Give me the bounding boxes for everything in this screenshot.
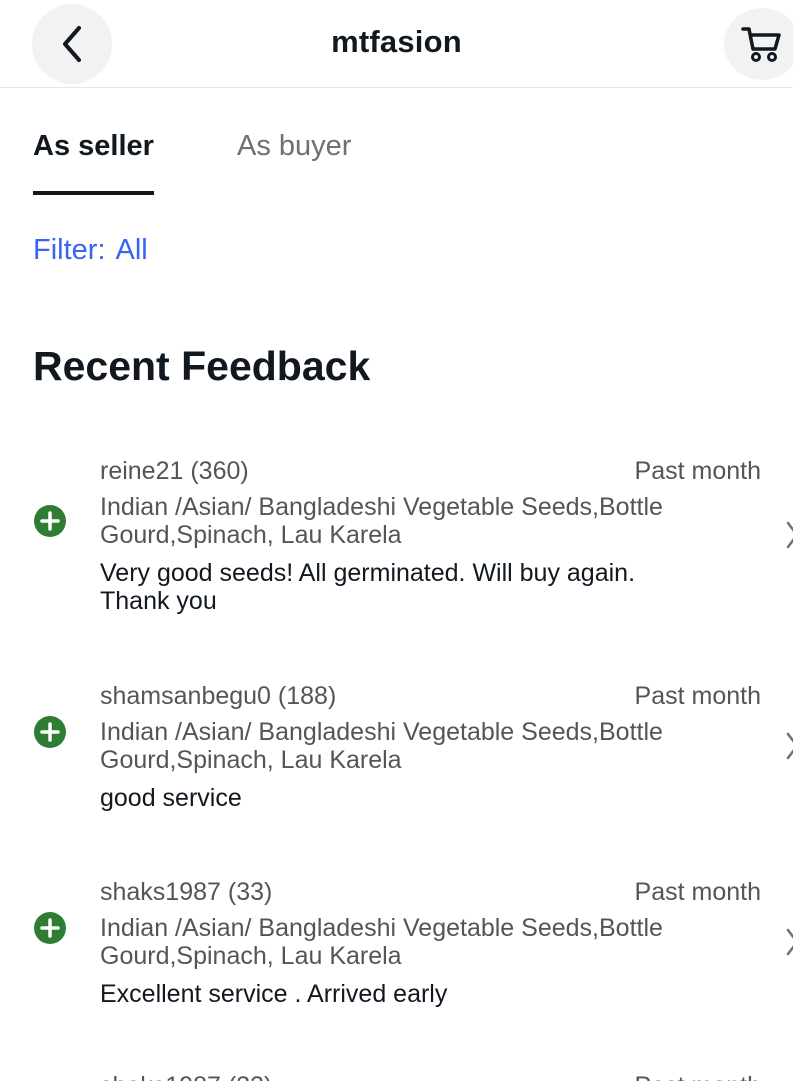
filter-label: Filter: — [33, 234, 106, 266]
feedback-item[interactable]: shaks1987 (33) Past month Indian /Asian/… — [0, 876, 793, 1016]
feedback-user: shaks1987 (33) — [100, 1072, 272, 1081]
feedback-item-title: Indian /Asian/ Bangladeshi Vegetable See… — [100, 718, 663, 774]
filter-button[interactable]: Filter: All — [33, 234, 148, 267]
feedback-item[interactable]: shamsanbegu0 (188) Past month Indian /As… — [0, 680, 793, 820]
feedback-comment: good service — [100, 784, 242, 812]
positive-feedback-icon — [34, 505, 66, 537]
chevron-right-icon — [786, 732, 793, 760]
positive-feedback-icon — [34, 716, 66, 748]
feedback-time: Past month — [634, 457, 761, 485]
tab-as-seller[interactable]: As seller — [33, 130, 154, 163]
feedback-time: Past month — [634, 682, 761, 710]
filter-value: All — [115, 234, 148, 266]
feedback-user: shamsanbegu0 (188) — [100, 682, 337, 710]
active-tab-indicator — [33, 191, 154, 195]
feedback-time: Past month — [635, 1072, 761, 1081]
feedback-item[interactable]: reine21 (360) Past month Indian /Asian/ … — [0, 455, 793, 625]
feedback-user: shaks1987 (33) — [100, 878, 273, 906]
feedback-user: reine21 (360) — [100, 457, 249, 485]
feedback-item[interactable]: shaks1987 (33) Past month — [0, 1060, 793, 1081]
feedback-item-title: Indian /Asian/ Bangladeshi Vegetable See… — [100, 493, 663, 549]
chevron-right-icon — [786, 928, 793, 956]
cart-button[interactable] — [724, 8, 793, 80]
feedback-time: Past month — [634, 878, 761, 906]
chevron-right-icon — [786, 521, 793, 549]
feedback-comment: Very good seeds! All germinated. Will bu… — [100, 559, 636, 615]
feedback-comment: Excellent service . Arrived early — [100, 980, 448, 1008]
top-bar: mtfasion — [0, 0, 793, 88]
tab-as-buyer[interactable]: As buyer — [237, 130, 351, 163]
positive-feedback-icon — [34, 912, 66, 944]
cart-icon — [741, 27, 781, 62]
section-title: Recent Feedback — [33, 343, 371, 389]
page-title: mtfasion — [331, 24, 462, 59]
feedback-item-title: Indian /Asian/ Bangladeshi Vegetable See… — [100, 914, 663, 970]
